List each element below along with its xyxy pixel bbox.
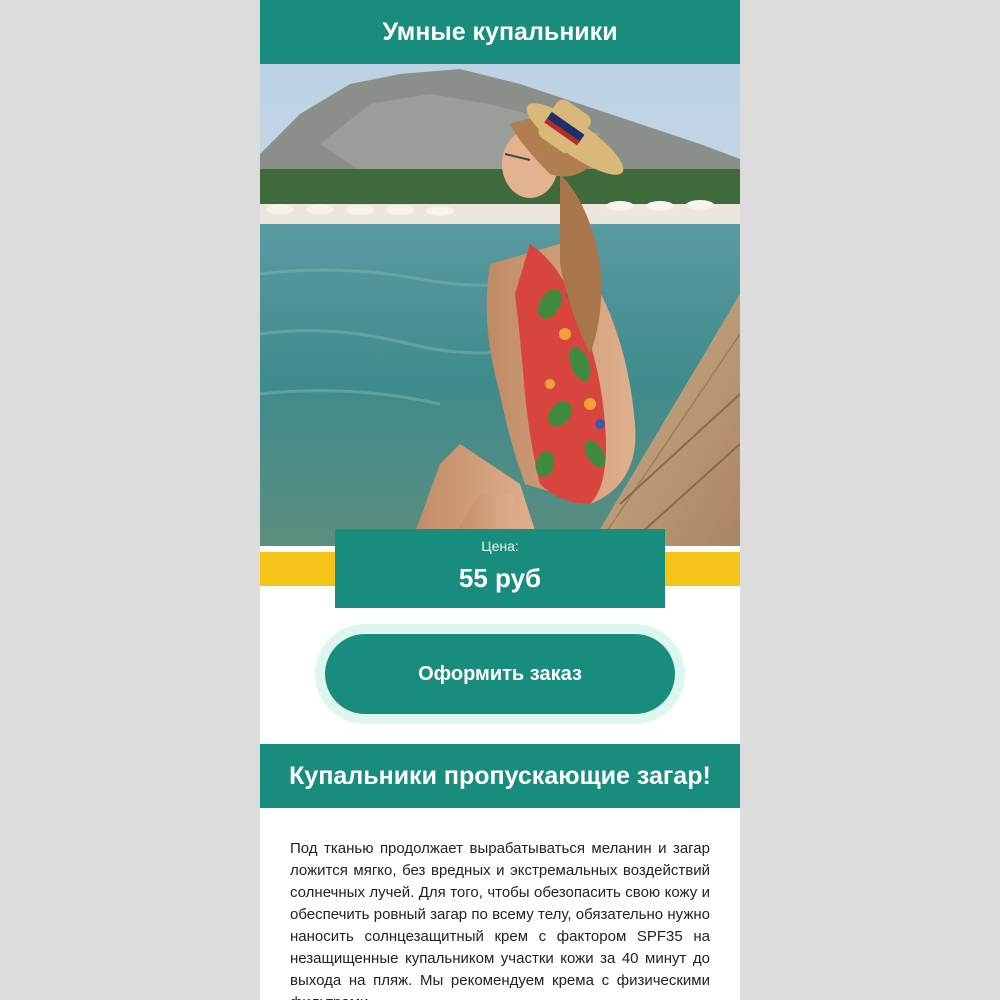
- section-title-text: Купальники пропускающие загар!: [289, 761, 711, 790]
- order-button[interactable]: Оформить заказ: [325, 634, 675, 714]
- order-button-halo: Оформить заказ: [315, 624, 685, 724]
- price-value: 55 руб: [458, 563, 542, 593]
- section-title: Купальники пропускающие загар!: [260, 744, 740, 808]
- hero-photo: [260, 64, 740, 546]
- page-title: Умные купальники: [382, 17, 618, 46]
- landing-page: Умные купальники Цена: 55 руб Оформить з…: [260, 0, 740, 1000]
- hero-image: [260, 64, 740, 546]
- price-label: Цена:: [481, 538, 519, 554]
- page-header: Умные купальники: [260, 0, 740, 64]
- price-box: Цена: 55 руб: [335, 529, 665, 608]
- section-paragraph: Под тканью продолжает вырабатываться мел…: [290, 840, 710, 1000]
